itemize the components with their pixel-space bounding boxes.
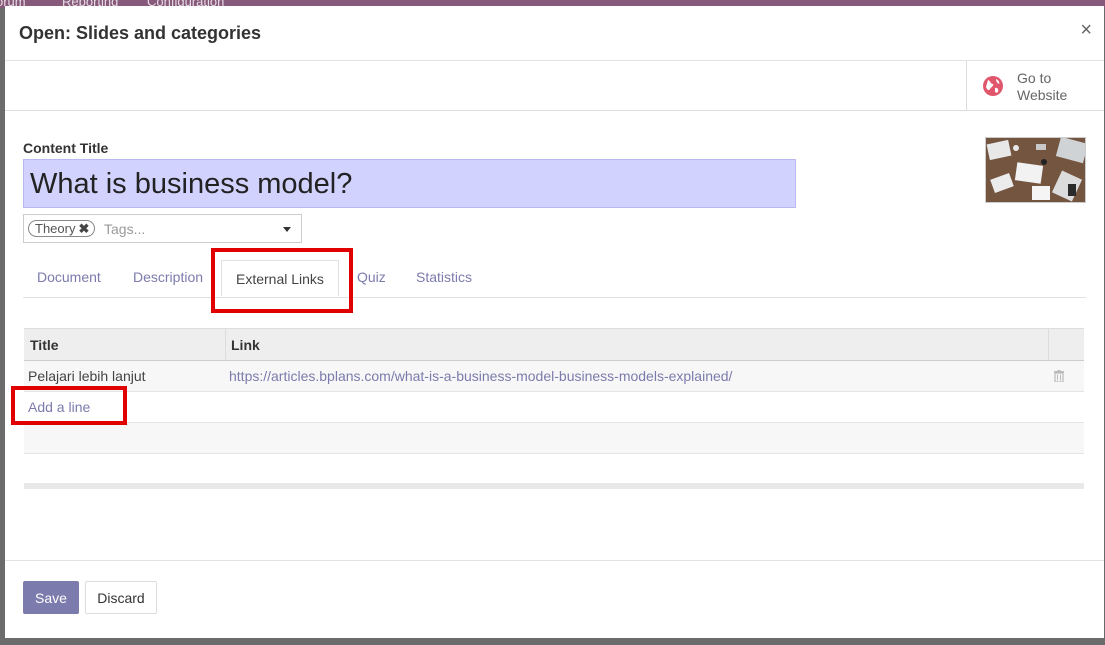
slide-thumbnail[interactable] bbox=[985, 137, 1086, 203]
modal-title: Open: Slides and categories bbox=[19, 23, 262, 43]
trash-icon[interactable] bbox=[1054, 370, 1064, 382]
go-to-website-label: Go to Website bbox=[1017, 70, 1068, 103]
chevron-down-icon[interactable] bbox=[283, 227, 291, 232]
table-header: Title Link bbox=[24, 328, 1084, 361]
close-icon[interactable]: × bbox=[1080, 20, 1092, 40]
tab-description[interactable]: Description bbox=[133, 269, 203, 285]
table-row[interactable]: Pelajari lebih lanjut https://articles.b… bbox=[24, 361, 1084, 392]
tab-quiz[interactable]: Quiz bbox=[357, 269, 386, 285]
tab-document[interactable]: Document bbox=[37, 269, 101, 285]
tags-input[interactable]: Tags... bbox=[104, 221, 145, 237]
add-a-line-link[interactable]: Add a line bbox=[28, 399, 90, 415]
column-link-header[interactable]: Link bbox=[231, 337, 260, 353]
table-footer bbox=[24, 483, 1084, 489]
content-title-label: Content Title bbox=[23, 140, 109, 156]
add-line-row: Add a line bbox=[24, 392, 1084, 423]
content-title-input[interactable]: What is business model? bbox=[23, 159, 796, 208]
modal-dialog: Open: Slides and categories × Go to Webs… bbox=[5, 6, 1104, 638]
tag-theory: Theory ✖ bbox=[28, 220, 96, 237]
row-link-cell: https://articles.bplans.com/what-is-a-bu… bbox=[229, 368, 733, 384]
row-title-cell: Pelajari lebih lanjut bbox=[28, 368, 146, 384]
discard-button[interactable]: Discard bbox=[85, 581, 157, 614]
tag-label: Theory bbox=[35, 221, 76, 236]
globe-icon bbox=[983, 76, 1003, 96]
empty-row bbox=[24, 423, 1084, 454]
go-to-website-button[interactable]: Go to Website bbox=[966, 61, 1104, 110]
column-divider bbox=[225, 329, 226, 360]
notebook-tabs: Document Description External Links Quiz… bbox=[23, 260, 1086, 298]
tab-statistics[interactable]: Statistics bbox=[416, 269, 472, 285]
external-links-table: Title Link Pelajari lebih lanjut https:/… bbox=[24, 328, 1084, 489]
modal-header: Open: Slides and categories × bbox=[5, 6, 1104, 61]
remove-tag-icon[interactable]: ✖ bbox=[78, 221, 89, 236]
tab-external-links[interactable]: External Links bbox=[221, 260, 339, 297]
thumbnail-image bbox=[986, 138, 1085, 202]
column-title-header[interactable]: Title bbox=[30, 337, 59, 353]
button-box: Go to Website bbox=[5, 61, 1104, 111]
modal-footer: Save Discard bbox=[5, 560, 1104, 639]
tags-field[interactable]: Theory ✖ Tags... bbox=[23, 214, 302, 243]
column-divider bbox=[1048, 329, 1049, 360]
save-button[interactable]: Save bbox=[23, 581, 79, 614]
